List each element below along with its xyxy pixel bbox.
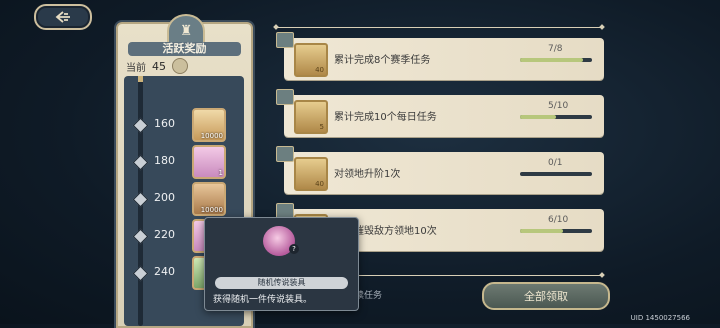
item-name: 随机传说装具 xyxy=(215,277,348,289)
task-tag-icon xyxy=(276,89,294,105)
task-reward-icon[interactable]: 5 xyxy=(294,100,328,134)
current-label: 当前 xyxy=(126,62,146,74)
milestone-marker xyxy=(132,265,149,282)
current-value: 45 xyxy=(152,59,166,73)
item-tooltip: ? 随机传说装具 获得随机一件传说装具。 xyxy=(204,217,359,311)
reward-item-icon[interactable]: 10000 xyxy=(192,108,226,142)
reward-quantity: 10000 xyxy=(200,206,223,214)
milestone-value: 160 xyxy=(154,117,175,130)
reward-item-icon[interactable]: 10000 xyxy=(192,182,226,216)
task-progress-bar xyxy=(520,172,592,176)
milestone-row[interactable]: 180 1 xyxy=(124,143,244,179)
milestone-marker xyxy=(132,228,149,245)
activity-point-icon xyxy=(172,58,188,74)
milestone-row[interactable]: 200 10000 xyxy=(124,180,244,216)
task-reward-quantity: 40 xyxy=(315,180,324,188)
task-reward-quantity: 5 xyxy=(319,123,324,131)
task-label: 累计完成8个赛季任务 xyxy=(334,55,431,66)
task-progress-text: 6/10 xyxy=(548,215,569,225)
milestone-value: 200 xyxy=(154,191,175,204)
task-label: 对领地升阶1次 xyxy=(334,169,401,180)
milestone-value: 240 xyxy=(154,265,175,278)
task-progress-bar xyxy=(520,115,592,119)
current-points: 当前 45 xyxy=(126,58,188,74)
task-label: 累计完成10个每日任务 xyxy=(334,112,437,123)
reward-item-icon[interactable]: 1 xyxy=(192,145,226,179)
item-description: 获得随机一件传说装具。 xyxy=(213,295,313,305)
task-card[interactable]: 5 累计完成10个每日任务 5/10 xyxy=(276,89,604,137)
back-arrow-icon xyxy=(55,11,70,23)
milestone-marker xyxy=(132,154,149,171)
back-button[interactable] xyxy=(34,4,92,30)
task-tag-icon xyxy=(276,32,294,48)
task-progress-bar xyxy=(520,58,592,62)
task-progress-bar xyxy=(520,229,592,233)
task-progress-text: 7/8 xyxy=(548,44,563,54)
task-card[interactable]: 40 对领地升阶1次 0/1 xyxy=(276,146,604,194)
task-reward-quantity: 40 xyxy=(315,66,324,74)
claim-all-button[interactable]: 全部领取 xyxy=(482,282,610,310)
divider xyxy=(276,27,602,28)
uid-label: UID 1450027566 xyxy=(630,314,690,322)
milestone-marker xyxy=(132,191,149,208)
milestone-marker xyxy=(132,117,149,134)
panel-title: 活跃奖励 xyxy=(128,42,241,56)
milestone-row[interactable]: 160 10000 xyxy=(124,106,244,142)
task-card[interactable]: 40 累计完成8个赛季任务 7/8 xyxy=(276,32,604,80)
unknown-badge: ? xyxy=(289,244,299,254)
task-reward-icon[interactable]: 40 xyxy=(294,43,328,77)
reward-quantity: 10000 xyxy=(200,132,223,140)
task-progress-text: 5/10 xyxy=(548,101,569,111)
task-reward-icon[interactable]: 40 xyxy=(294,157,328,191)
legendary-gear-icon: ? xyxy=(263,226,299,256)
task-tag-icon xyxy=(276,146,294,162)
reward-quantity: 1 xyxy=(218,169,223,177)
milestone-value: 220 xyxy=(154,228,175,241)
task-progress-text: 0/1 xyxy=(548,158,563,168)
milestone-value: 180 xyxy=(154,154,175,167)
